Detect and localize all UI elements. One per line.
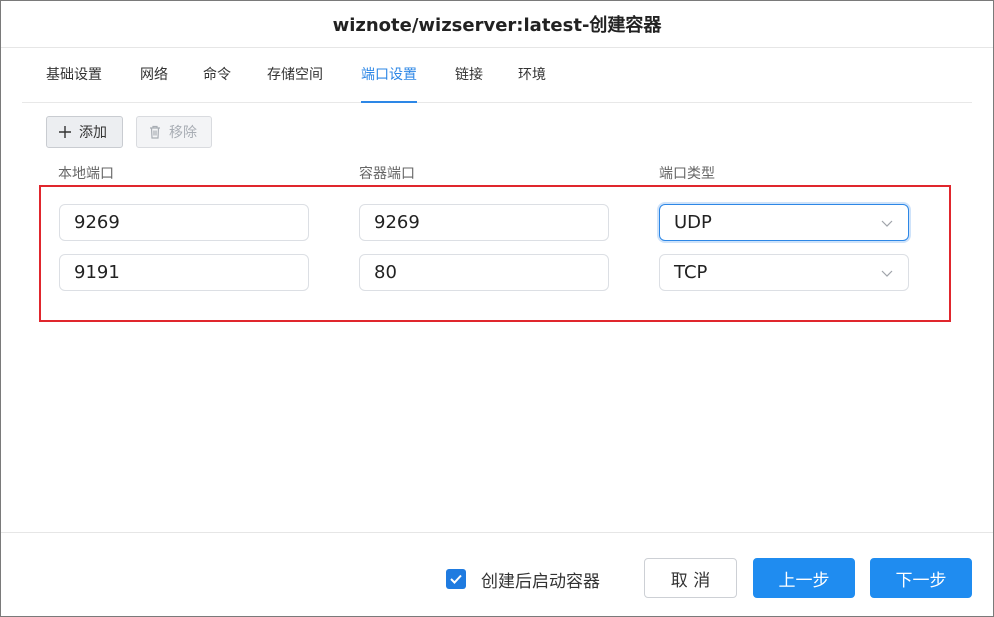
- remove-button[interactable]: 移除: [136, 116, 212, 148]
- chevron-down-icon: [881, 270, 893, 277]
- container-port-input[interactable]: 9269: [359, 204, 609, 241]
- next-step-button[interactable]: 下一步: [870, 558, 972, 598]
- tab-links[interactable]: 链接: [455, 48, 483, 102]
- cancel-button[interactable]: 取 消: [644, 558, 737, 598]
- dialog-title-bar: wiznote/wizserver:latest-创建容器: [1, 1, 993, 48]
- local-port-input[interactable]: 9191: [59, 254, 309, 291]
- container-port-column-label: 容器端口: [359, 166, 415, 182]
- remove-button-label: 移除: [169, 125, 197, 141]
- chevron-down-icon: [881, 220, 893, 227]
- tab-basic-settings[interactable]: 基础设置: [46, 48, 102, 102]
- tab-bar: 基础设置 网络 命令 存储空间 端口设置 链接 环境: [22, 48, 972, 103]
- tab-environment[interactable]: 环境: [518, 48, 546, 102]
- dialog-title: wiznote/wizserver:latest-创建容器: [332, 15, 662, 36]
- local-port-column-label: 本地端口: [58, 166, 114, 182]
- tab-storage[interactable]: 存储空间: [267, 48, 323, 102]
- tab-command[interactable]: 命令: [203, 48, 231, 102]
- auto-start-label: 创建后启动容器: [481, 572, 600, 592]
- port-type-select[interactable]: TCP: [659, 254, 909, 291]
- port-type-select[interactable]: UDP: [659, 204, 909, 241]
- port-type-value: TCP: [674, 262, 708, 283]
- container-port-input[interactable]: 80: [359, 254, 609, 291]
- port-type-column-label: 端口类型: [659, 166, 715, 182]
- tab-port-settings[interactable]: 端口设置: [361, 48, 417, 103]
- trash-icon: [150, 125, 160, 139]
- local-port-input[interactable]: 9269: [59, 204, 309, 241]
- port-type-value: UDP: [674, 212, 712, 233]
- checkmark-icon: [450, 574, 462, 584]
- add-button[interactable]: 添加: [46, 116, 123, 148]
- auto-start-checkbox[interactable]: [446, 569, 466, 589]
- create-container-dialog: wiznote/wizserver:latest-创建容器 基础设置 网络 命令…: [0, 0, 994, 617]
- previous-step-button[interactable]: 上一步: [753, 558, 855, 598]
- add-button-label: 添加: [79, 125, 107, 141]
- tab-network[interactable]: 网络: [140, 48, 168, 102]
- plus-icon: [59, 126, 71, 138]
